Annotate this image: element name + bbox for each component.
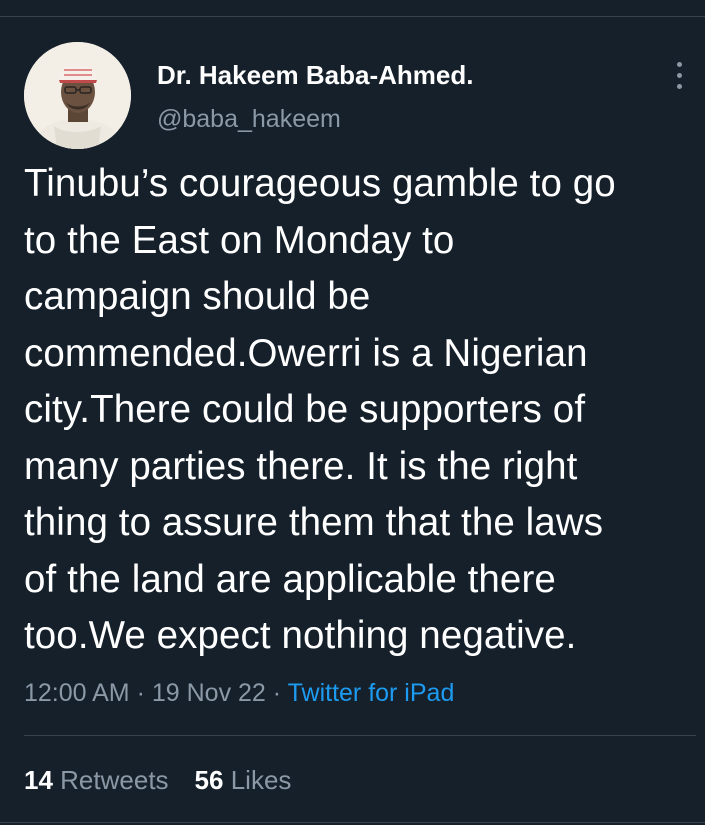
tweet-text-line: to the East on Monday to	[24, 218, 455, 262]
stats-divider	[24, 735, 696, 736]
tweet-text-line: commended.Owerri is a Nigerian	[24, 331, 588, 375]
top-divider	[0, 16, 705, 17]
tweet-stats: 14 Retweets 56 Likes	[24, 763, 291, 797]
likes-count: 56	[194, 765, 224, 795]
tweet-text-line: campaign should be	[24, 275, 371, 318]
tweet-text-line: many parties there. It is the right	[24, 444, 578, 488]
tweet-detail-page: Dr. Hakeem Baba-Ahmed. @baba_hakeem Tinu…	[0, 0, 705, 825]
retweets-count: 14	[24, 765, 53, 795]
author-handle[interactable]: @baba_hakeem	[157, 103, 341, 135]
author-display-name[interactable]: Dr. Hakeem Baba-Ahmed.	[157, 59, 473, 91]
tweet-text-line: too.We expect nothing negative.	[24, 614, 577, 657]
retweets-stat[interactable]: 14 Retweets	[24, 765, 169, 795]
tweet-metadata: 12:00 AM · 19 Nov 22 · Twitter for iPad	[24, 676, 454, 710]
tweet-text: Tinubu’s courageous gamble to go to the …	[24, 156, 704, 665]
likes-label: Likes	[230, 765, 292, 795]
tweet-text-line: of the land are applicable there	[24, 557, 556, 601]
bottom-divider	[0, 822, 705, 823]
tweet-time[interactable]: 12:00 AM	[24, 679, 130, 707]
meta-separator: ·	[272, 679, 282, 707]
likes-stat[interactable]: 56 Likes	[195, 765, 292, 795]
avatar[interactable]	[24, 42, 131, 149]
tweet-text-line: city.There could be supporters of	[24, 388, 586, 431]
tweet-source-link[interactable]: Twitter for iPad	[288, 679, 455, 707]
tweet-text-line: Tinubu’s courageous gamble to go	[24, 162, 616, 205]
tweet-date[interactable]: 19 Nov 22	[152, 679, 266, 707]
avatar-image	[24, 42, 131, 149]
more-options-button[interactable]	[664, 54, 696, 98]
tweet-text-line: thing to assure them that the laws	[24, 501, 604, 544]
meta-separator: ·	[136, 679, 145, 707]
retweets-label: Retweets	[60, 765, 169, 795]
